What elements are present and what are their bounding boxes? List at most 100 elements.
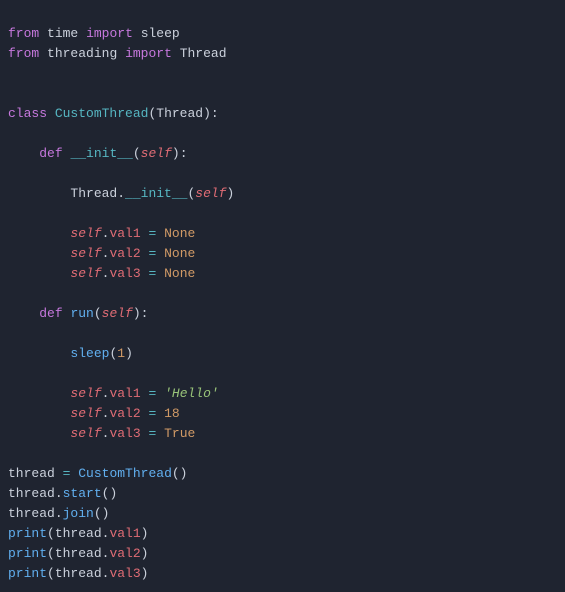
punct: ) bbox=[227, 186, 235, 201]
none-literal: None bbox=[164, 266, 195, 281]
attr: val3 bbox=[109, 426, 140, 441]
punct: ( bbox=[47, 546, 55, 561]
punct: . bbox=[55, 506, 63, 521]
identifier: thread bbox=[8, 506, 55, 521]
none-literal: None bbox=[164, 226, 195, 241]
import-name: Thread bbox=[180, 46, 227, 61]
method-call: join bbox=[63, 506, 94, 521]
dunder: __init__ bbox=[125, 186, 187, 201]
self: self bbox=[70, 226, 101, 241]
code-line: thread = CustomThread() bbox=[8, 466, 187, 481]
punct: ) bbox=[141, 526, 149, 541]
punct: ): bbox=[172, 146, 188, 161]
module-name: threading bbox=[47, 46, 117, 61]
punct: . bbox=[102, 526, 110, 541]
punct: () bbox=[94, 506, 110, 521]
attr: val2 bbox=[109, 246, 140, 261]
punct: ): bbox=[133, 306, 149, 321]
identifier: Thread bbox=[70, 186, 117, 201]
assign: = bbox=[148, 246, 156, 261]
code-line: class CustomThread(Thread): bbox=[8, 106, 219, 121]
fn-call: print bbox=[8, 566, 47, 581]
string-literal: 'Hello' bbox=[164, 386, 219, 401]
bool-literal: True bbox=[164, 426, 195, 441]
assign: = bbox=[148, 426, 156, 441]
punct: () bbox=[102, 486, 118, 501]
attr: val1 bbox=[109, 226, 140, 241]
code-line: self.val2 = None bbox=[8, 246, 195, 261]
code-line: thread.start() bbox=[8, 486, 117, 501]
keyword-from: from bbox=[8, 46, 39, 61]
attr: val1 bbox=[109, 386, 140, 401]
assign: = bbox=[63, 466, 71, 481]
method-name: run bbox=[70, 306, 93, 321]
keyword-import: import bbox=[86, 26, 133, 41]
method-name: __init__ bbox=[70, 146, 132, 161]
keyword-def: def bbox=[39, 146, 62, 161]
code-line: self.val3 = True bbox=[8, 426, 195, 441]
punct: ( bbox=[94, 306, 102, 321]
punct: ( bbox=[133, 146, 141, 161]
code-line: def __init__(self): bbox=[8, 146, 188, 161]
fn-call: print bbox=[8, 526, 47, 541]
identifier: thread bbox=[55, 546, 102, 561]
punct: . bbox=[102, 546, 110, 561]
punct: . bbox=[117, 186, 125, 201]
punct: ) bbox=[125, 346, 133, 361]
identifier: thread bbox=[8, 486, 55, 501]
fn-call: print bbox=[8, 546, 47, 561]
assign: = bbox=[148, 386, 156, 401]
self: self bbox=[70, 246, 101, 261]
self: self bbox=[70, 406, 101, 421]
class-call: CustomThread bbox=[78, 466, 172, 481]
number-literal: 18 bbox=[164, 406, 180, 421]
code-block: from time import sleep from threading im… bbox=[0, 0, 565, 592]
attr: val3 bbox=[109, 266, 140, 281]
assign: = bbox=[148, 266, 156, 281]
code-line: from time import sleep bbox=[8, 26, 180, 41]
punct: . bbox=[102, 566, 110, 581]
code-line: def run(self): bbox=[8, 306, 148, 321]
code-line: sleep(1) bbox=[8, 346, 133, 361]
keyword-from: from bbox=[8, 26, 39, 41]
keyword-class: class bbox=[8, 106, 47, 121]
punct: ): bbox=[203, 106, 219, 121]
assign: = bbox=[148, 226, 156, 241]
punct: ) bbox=[141, 566, 149, 581]
self-param: self bbox=[102, 306, 133, 321]
punct: ( bbox=[47, 566, 55, 581]
code-line: print(thread.val3) bbox=[8, 566, 148, 581]
code-line: self.val1 = None bbox=[8, 226, 195, 241]
fn-call: sleep bbox=[70, 346, 109, 361]
class-name: CustomThread bbox=[55, 106, 149, 121]
attr: val3 bbox=[109, 566, 140, 581]
code-line: self.val1 = 'Hello' bbox=[8, 386, 219, 401]
method-call: start bbox=[63, 486, 102, 501]
self-arg: self bbox=[195, 186, 226, 201]
self: self bbox=[70, 426, 101, 441]
punct: . bbox=[55, 486, 63, 501]
punct: ) bbox=[141, 546, 149, 561]
identifier: thread bbox=[55, 566, 102, 581]
keyword-import: import bbox=[125, 46, 172, 61]
self-param: self bbox=[141, 146, 172, 161]
code-line: Thread.__init__(self) bbox=[8, 186, 234, 201]
self: self bbox=[70, 266, 101, 281]
code-line: from threading import Thread bbox=[8, 46, 227, 61]
identifier: thread bbox=[8, 466, 55, 481]
code-line: thread.join() bbox=[8, 506, 109, 521]
import-name: sleep bbox=[141, 26, 180, 41]
attr: val1 bbox=[109, 526, 140, 541]
identifier: thread bbox=[55, 526, 102, 541]
code-line: print(thread.val2) bbox=[8, 546, 148, 561]
none-literal: None bbox=[164, 246, 195, 261]
number-literal: 1 bbox=[117, 346, 125, 361]
keyword-def: def bbox=[39, 306, 62, 321]
module-name: time bbox=[47, 26, 78, 41]
base-class: Thread bbox=[156, 106, 203, 121]
code-line: self.val2 = 18 bbox=[8, 406, 180, 421]
self: self bbox=[70, 386, 101, 401]
punct: () bbox=[172, 466, 188, 481]
code-line: self.val3 = None bbox=[8, 266, 195, 281]
punct: ( bbox=[47, 526, 55, 541]
